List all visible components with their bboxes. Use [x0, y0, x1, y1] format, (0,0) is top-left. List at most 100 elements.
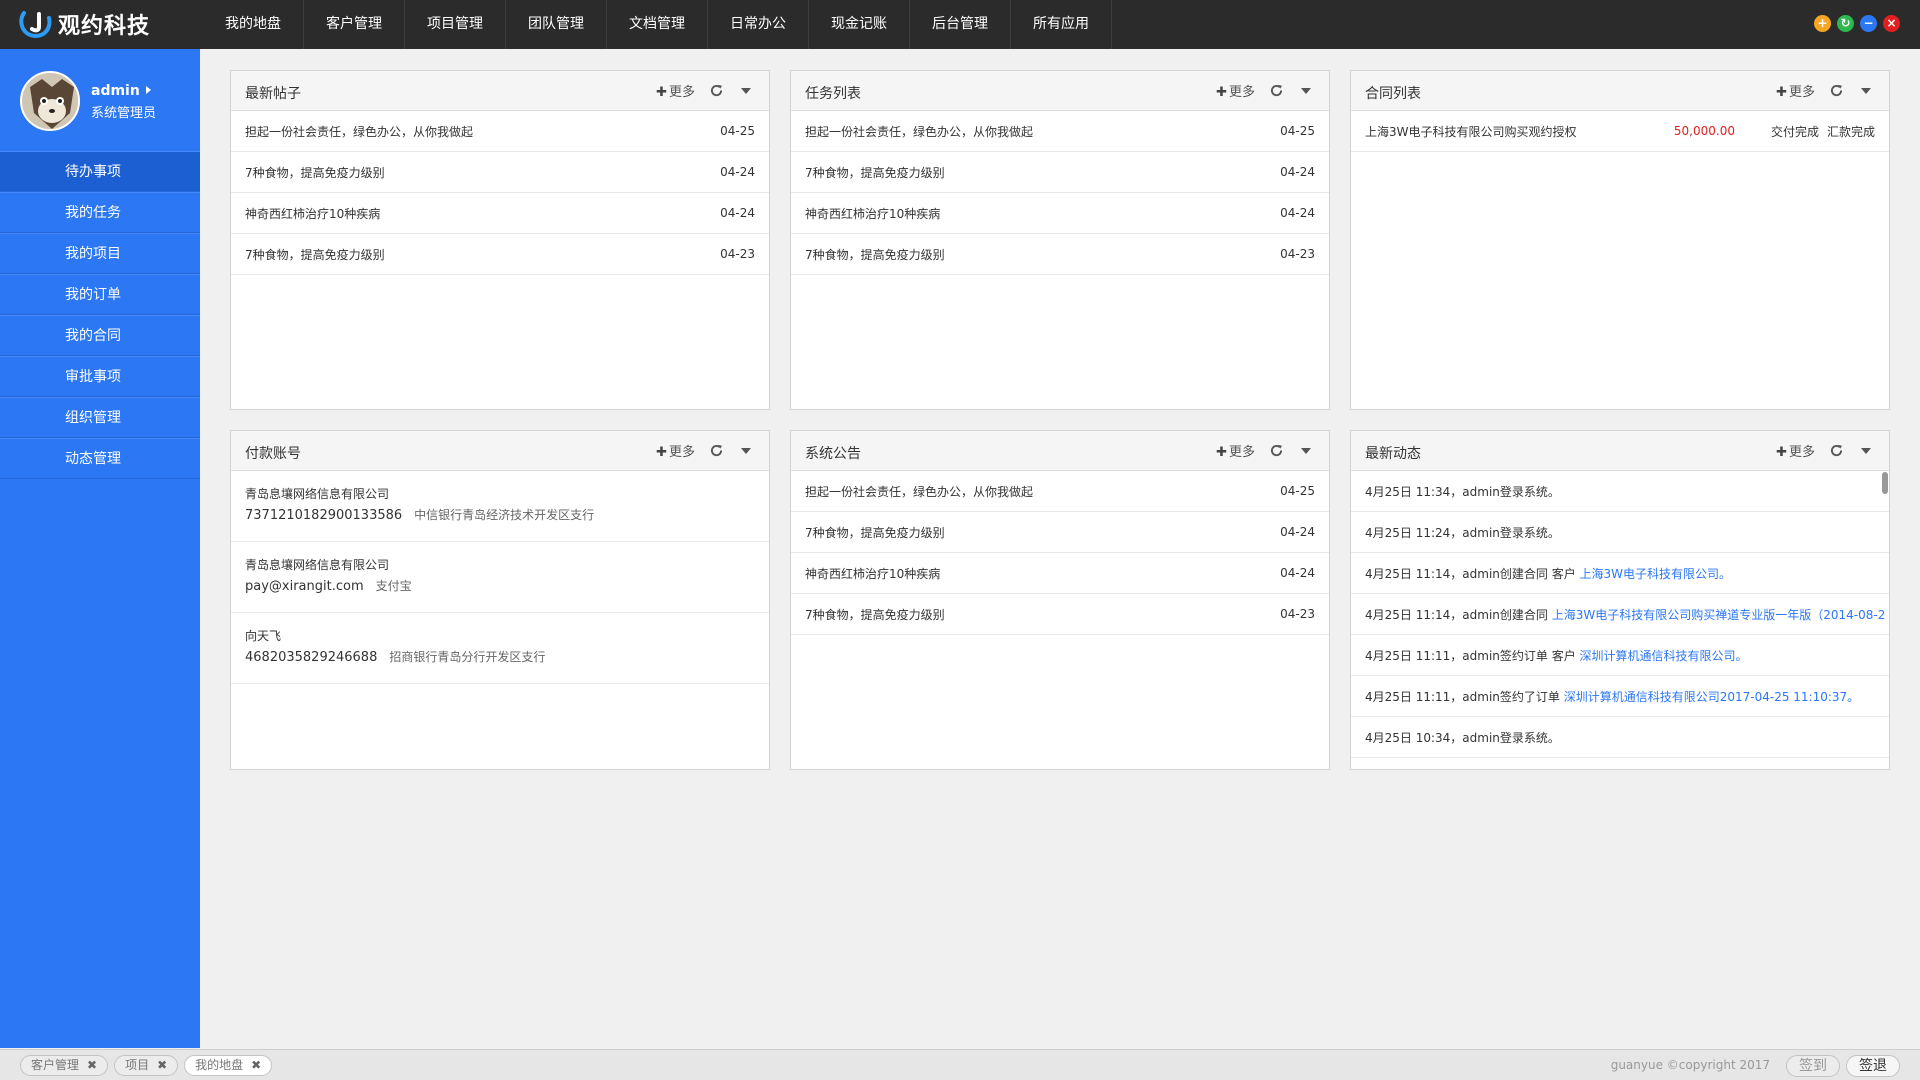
- list-item: 4月25日 11:24，admin登录系统。: [1351, 512, 1889, 553]
- refresh-icon[interactable]: [1827, 82, 1845, 100]
- list-item[interactable]: 担起一份社会责任，绿色办公，从你我做起 04-25: [791, 111, 1329, 152]
- customer-link[interactable]: 深圳计算机通信科技有限公司。: [1580, 649, 1748, 663]
- user-role: 系统管理员: [91, 106, 157, 121]
- list-item[interactable]: 神奇西红柿治疗10种疾病 04-24: [791, 193, 1329, 234]
- caret-down-icon[interactable]: [1857, 82, 1875, 100]
- contracts-panel: 合同列表 ✚ 更多 上海3W电子科技有限公司购买观约授权 50,000.00 交付…: [1350, 70, 1890, 410]
- tab-customers[interactable]: 客户管理 ✖: [20, 1055, 109, 1076]
- panel-title: 最新帖子: [245, 86, 301, 102]
- more-button[interactable]: ✚ 更多: [1776, 441, 1815, 460]
- nav-item-all-apps[interactable]: 所有应用: [1011, 0, 1112, 49]
- more-button[interactable]: ✚ 更多: [656, 441, 695, 460]
- nav-item-projects[interactable]: 项目管理: [405, 0, 506, 49]
- refresh-icon[interactable]: [1267, 442, 1285, 460]
- more-button[interactable]: ✚ 更多: [1776, 81, 1815, 100]
- caret-down-icon[interactable]: [1857, 442, 1875, 460]
- check-in-button[interactable]: 签到: [1786, 1055, 1840, 1077]
- plus-icon[interactable]: +: [1814, 15, 1831, 32]
- sidebar-item-activity[interactable]: 动态管理: [0, 438, 200, 479]
- nav-item-customers[interactable]: 客户管理: [304, 0, 405, 49]
- customer-link[interactable]: 上海3W电子科技有限公司。: [1580, 567, 1732, 581]
- more-button[interactable]: ✚ 更多: [1216, 441, 1255, 460]
- nav-item-documents[interactable]: 文档管理: [607, 0, 708, 49]
- sidebar-item-my-contracts[interactable]: 我的合同: [0, 315, 200, 356]
- list-item[interactable]: 青岛息壤网络信息有限公司 7371210182900133586 中信银行青岛经济…: [231, 471, 769, 542]
- avatar[interactable]: [20, 71, 80, 131]
- copyright: guanyue ©copyright 2017: [1610, 1058, 1770, 1072]
- panel-tools: ✚ 更多: [656, 81, 755, 100]
- panel-header: 最新帖子 ✚ 更多: [231, 71, 769, 111]
- table-row[interactable]: 上海3W电子科技有限公司购买观约授权 50,000.00 交付完成 汇款完成: [1351, 111, 1889, 152]
- list-item[interactable]: 7种食物，提高免疫力级别 04-24: [791, 512, 1329, 553]
- list-item[interactable]: 7种食物，提高免疫力级别 04-23: [231, 234, 769, 275]
- caret-down-icon[interactable]: [737, 442, 755, 460]
- caret-down-icon[interactable]: [737, 82, 755, 100]
- nav-item-cash-ledger[interactable]: 现金记账: [809, 0, 910, 49]
- list-item[interactable]: 向天飞 4682035829246688 招商银行青岛分行开发区支行: [231, 613, 769, 684]
- sidebar-item-my-projects[interactable]: 我的项目: [0, 233, 200, 274]
- refresh-icon[interactable]: [1267, 82, 1285, 100]
- accounts-panel: 付款账号 ✚ 更多 青岛息壤网络信息有限公司 737121018290013358…: [230, 430, 770, 770]
- plus-icon: ✚: [656, 85, 667, 100]
- scrollbar[interactable]: [1882, 472, 1888, 494]
- list-item: 4月25日 10:34，admin登录系统。: [1351, 717, 1889, 758]
- refresh-icon[interactable]: [707, 82, 725, 100]
- more-button[interactable]: ✚ 更多: [656, 81, 695, 100]
- user-name[interactable]: admin: [91, 83, 151, 99]
- nav-item-my-space[interactable]: 我的地盘: [203, 0, 304, 49]
- list-item[interactable]: 7种食物，提高免疫力级别 04-23: [791, 234, 1329, 275]
- caret-down-icon[interactable]: [1297, 82, 1315, 100]
- brand-name: 观约科技: [58, 14, 151, 39]
- panel-header: 系统公告 ✚ 更多: [791, 431, 1329, 471]
- bank-name: 支付宝: [375, 579, 412, 593]
- top-bar: 观约科技 我的地盘 客户管理 项目管理 团队管理 文档管理 日常办公 现金记账 …: [0, 0, 1920, 49]
- nav-item-admin[interactable]: 后台管理: [910, 0, 1011, 49]
- sidebar-item-organization[interactable]: 组织管理: [0, 397, 200, 438]
- list-item[interactable]: 7种食物，提高免疫力级别 04-24: [791, 152, 1329, 193]
- close-icon[interactable]: ×: [1883, 15, 1900, 32]
- check-out-button[interactable]: 签退: [1846, 1055, 1900, 1077]
- panel-header: 任务列表 ✚ 更多: [791, 71, 1329, 111]
- activity-panel: 最新动态 ✚ 更多 4月25日 11:34，admin登录系统。 4月25日 11…: [1350, 430, 1890, 770]
- refresh-icon[interactable]: [707, 442, 725, 460]
- notices-panel: 系统公告 ✚ 更多 担起一份社会责任，绿色办公，从你我做起 04-25 7种食物，提…: [790, 430, 1330, 770]
- order-link[interactable]: 深圳计算机通信科技有限公司2017-04-25 11:10:37。: [1564, 690, 1859, 704]
- refresh-icon[interactable]: [1827, 442, 1845, 460]
- contract-link[interactable]: 上海3W电子科技有限公司购买禅道专业版一年版（2014-08-2: [1552, 608, 1886, 622]
- list-item[interactable]: 神奇西红柿治疗10种疾病 04-24: [231, 193, 769, 234]
- panel-header: 最新动态 ✚ 更多: [1351, 431, 1889, 471]
- tab-projects[interactable]: 项目 ✖: [114, 1055, 179, 1076]
- list-item: 4月25日 11:14，admin创建合同 上海3W电子科技有限公司购买禅道专业…: [1351, 594, 1889, 635]
- more-button[interactable]: ✚ 更多: [1216, 81, 1255, 100]
- refresh-icon[interactable]: ↻: [1837, 15, 1854, 32]
- sidebar: admin 系统管理员 待办事项 我的任务 我的项目 我的订单 我的合同 审批事…: [0, 49, 200, 1048]
- nav-item-daily-office[interactable]: 日常办公: [708, 0, 809, 49]
- sidebar-item-approvals[interactable]: 审批事项: [0, 356, 200, 397]
- panel-tools: ✚ 更多: [1216, 441, 1315, 460]
- main-nav: 我的地盘 客户管理 项目管理 团队管理 文档管理 日常办公 现金记账 后台管理 …: [203, 0, 1112, 49]
- list-item[interactable]: 青岛息壤网络信息有限公司 pay@xirangit.com 支付宝: [231, 542, 769, 613]
- close-icon[interactable]: ✖: [251, 1056, 261, 1075]
- user-card: admin 系统管理员: [0, 49, 200, 151]
- tab-my-space[interactable]: 我的地盘 ✖: [184, 1055, 273, 1076]
- list-item[interactable]: 担起一份社会责任，绿色办公，从你我做起 04-25: [791, 471, 1329, 512]
- panel-tools: ✚ 更多: [1776, 441, 1875, 460]
- sidebar-item-my-tasks[interactable]: 我的任务: [0, 192, 200, 233]
- panel-tools: ✚ 更多: [1216, 81, 1315, 100]
- tasks-panel: 任务列表 ✚ 更多 担起一份社会责任，绿色办公，从你我做起 04-25 7种食物，提…: [790, 70, 1330, 410]
- caret-down-icon[interactable]: [1297, 442, 1315, 460]
- list-item[interactable]: 担起一份社会责任，绿色办公，从你我做起 04-25: [231, 111, 769, 152]
- account-holder: 青岛息壤网络信息有限公司: [245, 487, 390, 501]
- sidebar-item-my-orders[interactable]: 我的订单: [0, 274, 200, 315]
- sidebar-item-todo[interactable]: 待办事项: [0, 151, 200, 192]
- panel-title: 系统公告: [805, 446, 861, 462]
- nav-item-team[interactable]: 团队管理: [506, 0, 607, 49]
- list-item[interactable]: 7种食物，提高免疫力级别 04-23: [791, 594, 1329, 635]
- list-item[interactable]: 神奇西红柿治疗10种疾病 04-24: [791, 553, 1329, 594]
- list-item[interactable]: 7种食物，提高免疫力级别 04-24: [231, 152, 769, 193]
- close-icon[interactable]: ✖: [87, 1056, 97, 1075]
- minus-icon[interactable]: −: [1860, 15, 1877, 32]
- list-item: 4月25日 11:14，admin创建合同 客户 上海3W电子科技有限公司。: [1351, 553, 1889, 594]
- logo[interactable]: 观约科技: [18, 8, 150, 40]
- close-icon[interactable]: ✖: [157, 1056, 167, 1075]
